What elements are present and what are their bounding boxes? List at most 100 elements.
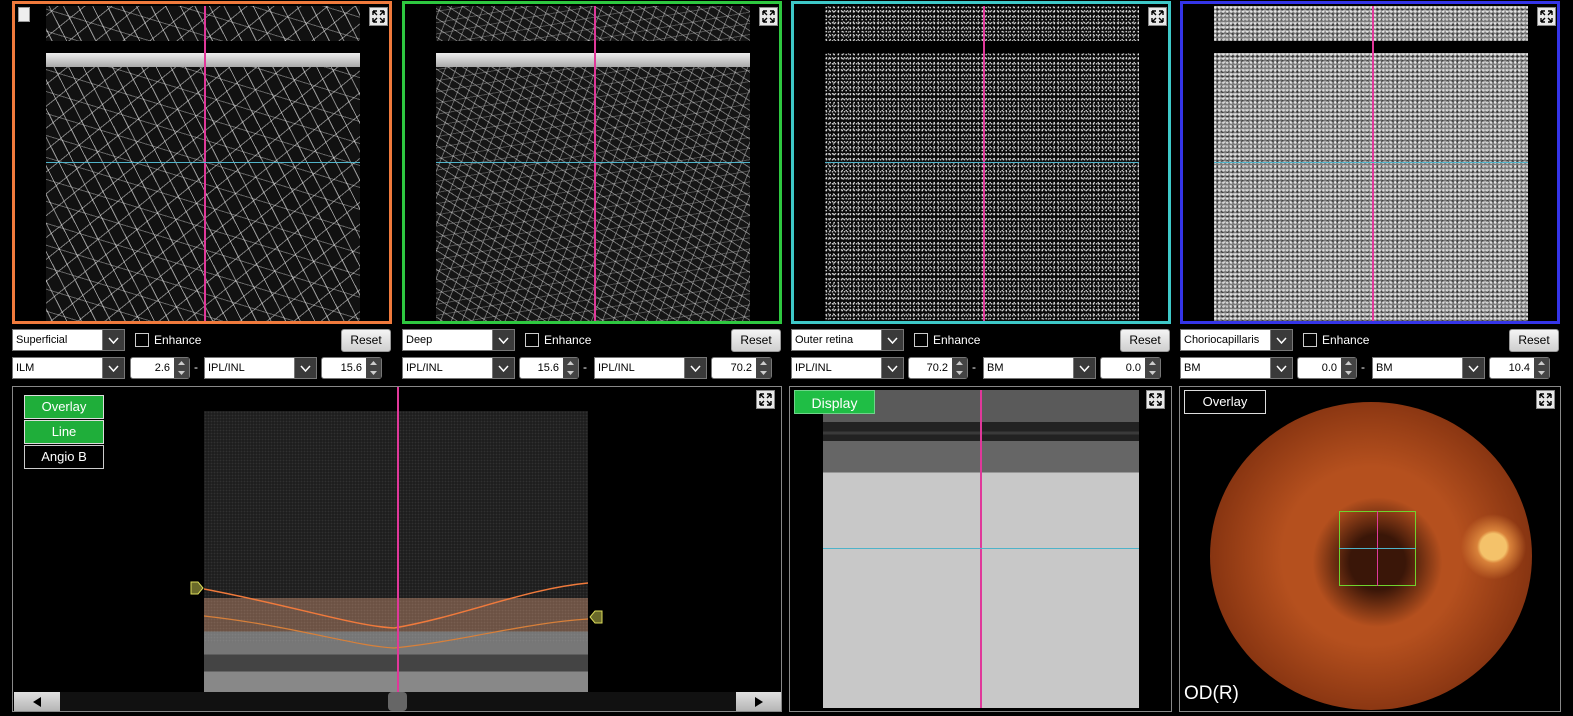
expand-button[interactable] bbox=[759, 7, 778, 26]
reset-button[interactable]: Reset bbox=[341, 329, 391, 352]
layer-select[interactable]: Superficial bbox=[12, 329, 125, 351]
crosshair-horizontal[interactable] bbox=[436, 162, 750, 163]
upper-offset-stepper[interactable]: 2.6 bbox=[130, 357, 190, 379]
scroll-right-button[interactable] bbox=[736, 692, 781, 711]
bscan-panel[interactable]: Overlay Line Angio B bbox=[12, 386, 782, 712]
layer-select[interactable]: Choriocapillaris bbox=[1180, 329, 1293, 351]
lower-boundary-select[interactable]: IPL/INL bbox=[204, 357, 317, 379]
enface-panel[interactable]: Display bbox=[789, 386, 1172, 712]
scroll-left-button[interactable] bbox=[14, 692, 60, 711]
chevron-down-icon[interactable] bbox=[492, 330, 514, 350]
lower-offset-stepper[interactable]: 0.0 bbox=[1100, 357, 1161, 379]
spin-arrows-icon[interactable] bbox=[366, 358, 381, 378]
angio-panel-deep[interactable] bbox=[402, 1, 782, 324]
scan-area-horizontal-line bbox=[1339, 548, 1416, 549]
angio-b-toggle[interactable]: Angio B bbox=[24, 445, 104, 469]
enhance-checkbox[interactable] bbox=[135, 333, 149, 347]
lower-boundary-select[interactable]: IPL/INL bbox=[594, 357, 707, 379]
reset-button[interactable]: Reset bbox=[1509, 329, 1559, 352]
chevron-down-icon[interactable] bbox=[102, 330, 124, 350]
upper-boundary-select[interactable]: IPL/INL bbox=[791, 357, 904, 379]
upper-boundary-select[interactable]: IPL/INL bbox=[402, 357, 515, 379]
boundary-handle-right[interactable] bbox=[589, 610, 603, 624]
expand-button[interactable] bbox=[1537, 7, 1556, 26]
reset-button[interactable]: Reset bbox=[731, 329, 781, 352]
crosshair-horizontal[interactable] bbox=[823, 548, 1139, 549]
chevron-down-icon[interactable] bbox=[492, 358, 514, 378]
bscan-position-line[interactable] bbox=[397, 387, 399, 692]
angio-image-superficial[interactable] bbox=[46, 53, 360, 321]
spin-arrows-icon[interactable] bbox=[756, 358, 771, 378]
chevron-down-icon[interactable] bbox=[294, 358, 316, 378]
spin-arrows-icon[interactable] bbox=[563, 358, 578, 378]
crosshair-horizontal[interactable] bbox=[46, 162, 360, 163]
crosshair-vertical[interactable] bbox=[980, 390, 982, 708]
enhance-checkbox[interactable] bbox=[1303, 333, 1317, 347]
angio-image-outer-retina[interactable] bbox=[825, 53, 1139, 321]
angio-panel-superficial[interactable] bbox=[12, 1, 392, 324]
report-icon[interactable] bbox=[18, 7, 30, 22]
lower-boundary-select[interactable]: BM bbox=[1372, 357, 1485, 379]
crosshair-vertical[interactable] bbox=[983, 6, 985, 321]
spin-arrows-icon[interactable] bbox=[952, 358, 967, 378]
layer-select-value: Outer retina bbox=[795, 334, 854, 346]
expand-button[interactable] bbox=[1146, 390, 1165, 409]
enhance-checkbox[interactable] bbox=[914, 333, 928, 347]
upper-boundary-select[interactable]: ILM bbox=[12, 357, 125, 379]
chevron-down-icon[interactable] bbox=[684, 358, 706, 378]
upper-offset-stepper[interactable]: 70.2 bbox=[908, 357, 968, 379]
fundus-overlay-toggle[interactable]: Overlay bbox=[1184, 390, 1266, 414]
layer-select[interactable]: Outer retina bbox=[791, 329, 904, 351]
bscan-scrollbar[interactable] bbox=[14, 692, 781, 711]
expand-icon bbox=[762, 10, 775, 23]
expand-button[interactable] bbox=[1148, 7, 1167, 26]
boundary-handle-left[interactable] bbox=[190, 581, 204, 595]
crosshair-vertical[interactable] bbox=[594, 6, 596, 321]
arrow-right-icon bbox=[755, 696, 763, 707]
lower-offset-stepper[interactable]: 10.4 bbox=[1489, 357, 1550, 379]
chevron-down-icon[interactable] bbox=[881, 358, 903, 378]
chevron-down-icon[interactable] bbox=[1270, 358, 1292, 378]
overlay-toggle[interactable]: Overlay bbox=[24, 395, 104, 419]
angio-image-choriocapillaris[interactable] bbox=[1214, 53, 1528, 321]
crosshair-horizontal[interactable] bbox=[1214, 162, 1528, 163]
chevron-down-icon[interactable] bbox=[102, 358, 124, 378]
fundus-panel[interactable]: Overlay OD(R) bbox=[1179, 386, 1561, 712]
line-toggle[interactable]: Line bbox=[24, 420, 104, 444]
angio-image-deep[interactable] bbox=[436, 53, 750, 321]
spin-arrows-icon[interactable] bbox=[174, 358, 189, 378]
angio-panel-choriocapillaris[interactable] bbox=[1180, 1, 1560, 324]
lower-offset-stepper[interactable]: 15.6 bbox=[321, 357, 382, 379]
crosshair-horizontal[interactable] bbox=[825, 162, 1139, 163]
chevron-down-icon[interactable] bbox=[1073, 358, 1095, 378]
enhance-label: Enhance bbox=[933, 333, 981, 347]
lower-offset-stepper[interactable]: 70.2 bbox=[711, 357, 772, 379]
upper-offset-value: 15.6 bbox=[537, 362, 559, 374]
layer-select[interactable]: Deep bbox=[402, 329, 515, 351]
lower-boundary-select[interactable]: BM bbox=[983, 357, 1096, 379]
enhance-label: Enhance bbox=[1322, 333, 1370, 347]
crosshair-vertical[interactable] bbox=[1372, 6, 1374, 321]
spin-arrows-icon[interactable] bbox=[1341, 358, 1356, 378]
arrow-left-icon bbox=[33, 696, 41, 707]
scroll-thumb[interactable] bbox=[388, 692, 407, 711]
upper-boundary-select[interactable]: BM bbox=[1180, 357, 1293, 379]
reset-button[interactable]: Reset bbox=[1120, 329, 1170, 352]
upper-offset-stepper[interactable]: 0.0 bbox=[1297, 357, 1357, 379]
expand-icon bbox=[759, 393, 772, 406]
chevron-down-icon[interactable] bbox=[1462, 358, 1484, 378]
enhance-checkbox[interactable] bbox=[525, 333, 539, 347]
spin-arrows-icon[interactable] bbox=[1534, 358, 1549, 378]
display-toggle[interactable]: Display bbox=[794, 390, 875, 414]
spin-arrows-icon[interactable] bbox=[1145, 358, 1160, 378]
crosshair-vertical[interactable] bbox=[204, 6, 206, 321]
lower-boundary-value: BM bbox=[987, 362, 1004, 374]
expand-button[interactable] bbox=[369, 7, 388, 26]
chevron-down-icon[interactable] bbox=[1270, 330, 1292, 350]
upper-offset-stepper[interactable]: 15.6 bbox=[519, 357, 579, 379]
expand-button[interactable] bbox=[756, 390, 775, 409]
lower-boundary-value: IPL/INL bbox=[208, 362, 245, 374]
angio-panel-outer-retina[interactable] bbox=[791, 1, 1171, 324]
expand-button[interactable] bbox=[1536, 390, 1555, 409]
chevron-down-icon[interactable] bbox=[881, 330, 903, 350]
